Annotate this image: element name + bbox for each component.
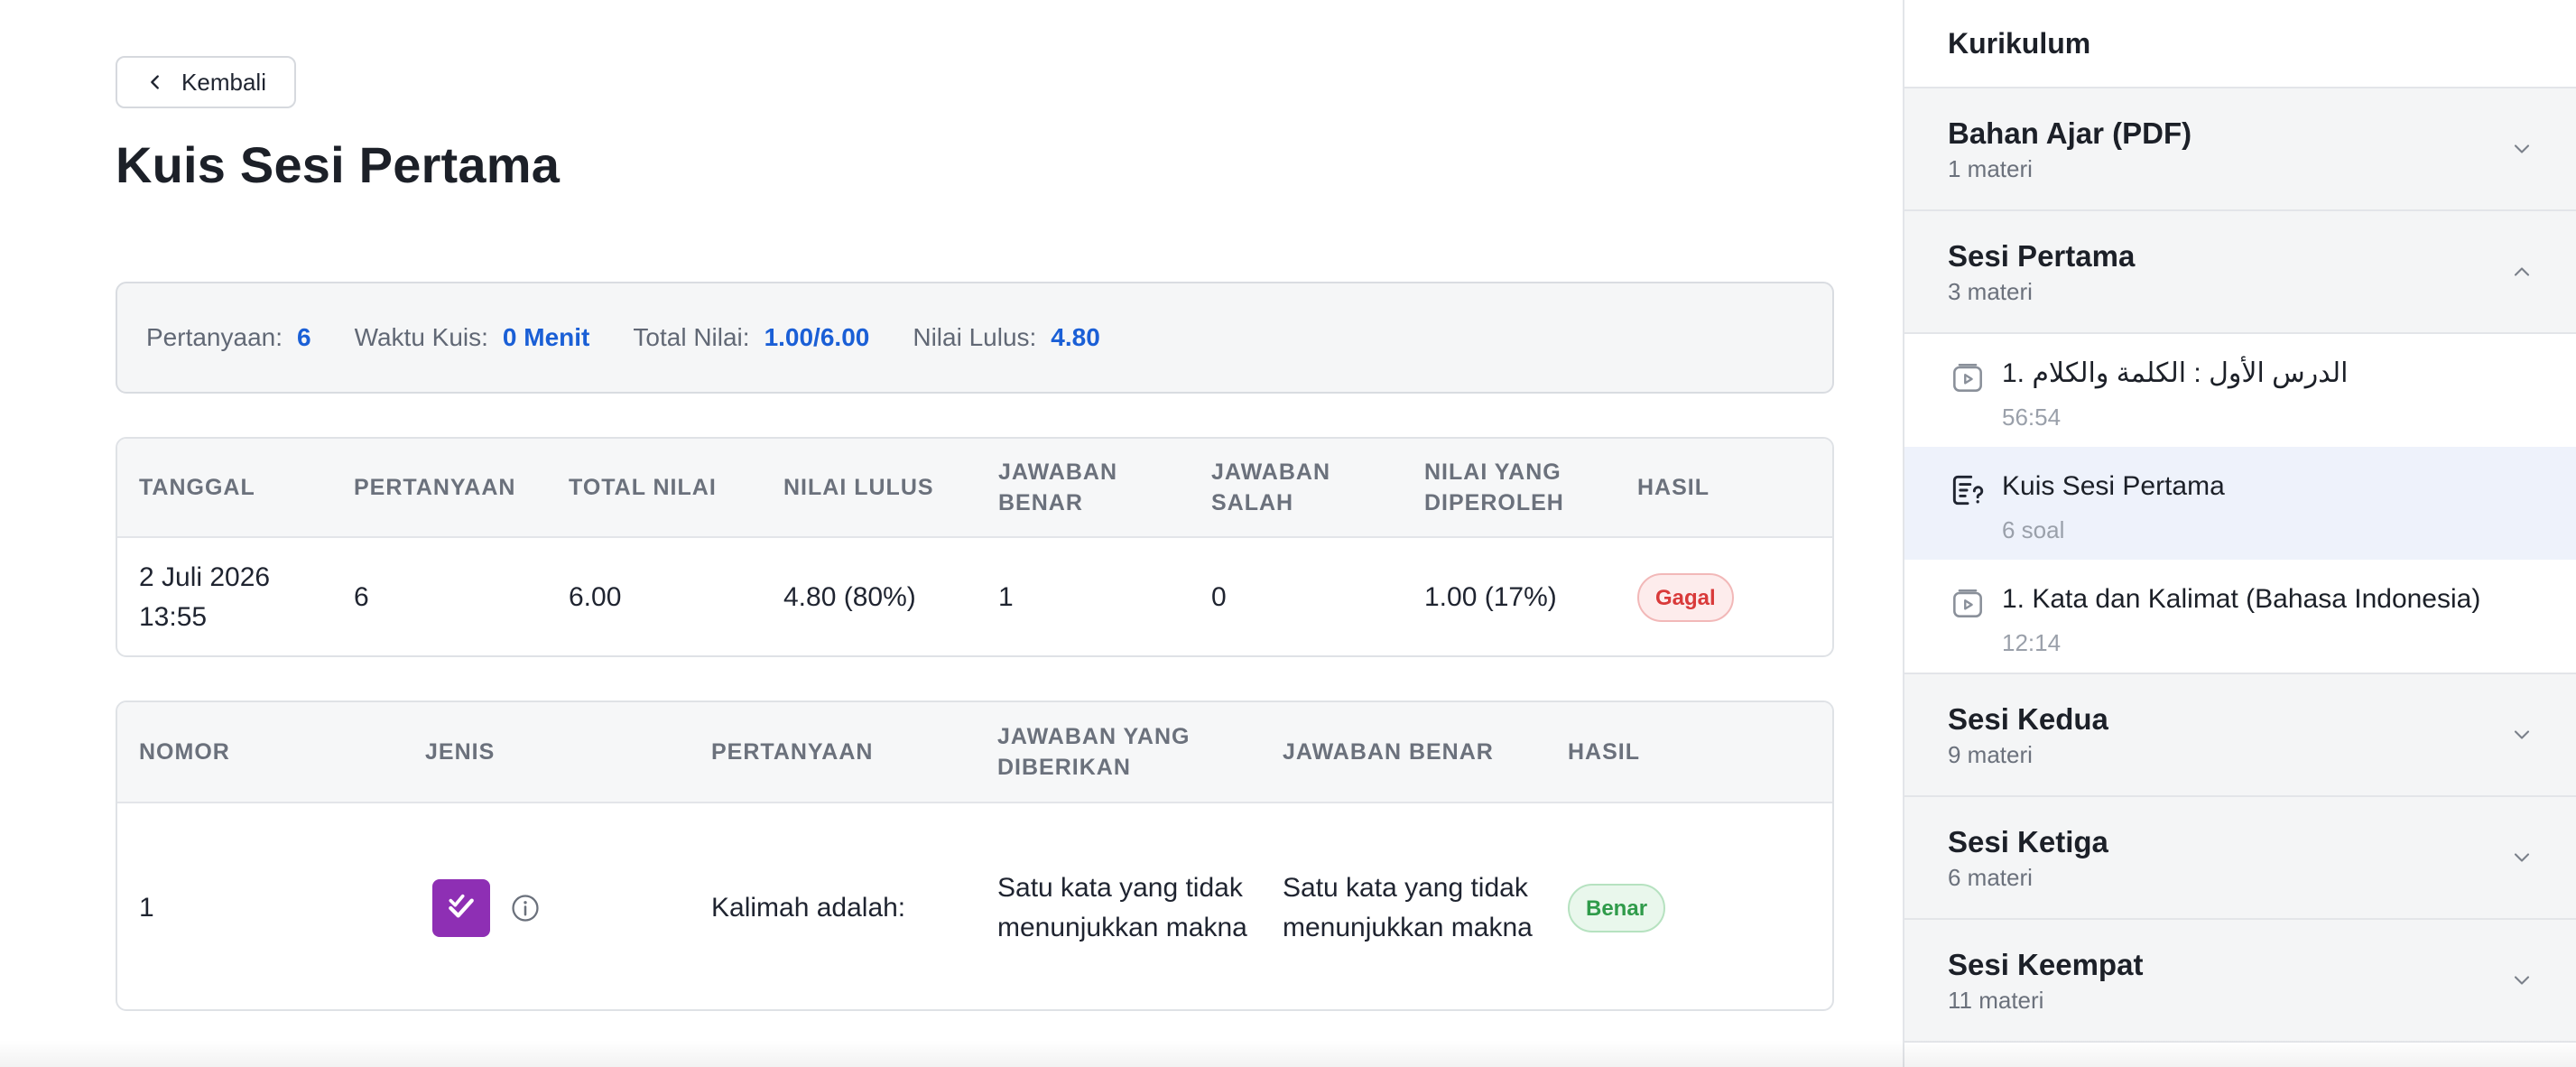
attempt-total: 6.00 [569, 582, 622, 612]
column-header: JAWABAN BENAR [1283, 739, 1494, 765]
video-icon [1953, 589, 1982, 617]
answer-type-cell [403, 879, 690, 937]
summary-questions-label: Pertanyaan: [146, 323, 283, 351]
answer-number: 1 [139, 893, 154, 923]
section-count: 3 materi [1948, 278, 2033, 305]
status-badge: Benar [1568, 884, 1666, 932]
sidebar-title: Kurikulum [1948, 26, 2091, 60]
lesson-title: 1. Kata dan Kalimat (Bahasa Indonesia) [2002, 584, 2481, 614]
column-header: TOTAL NILAI [569, 475, 717, 500]
chevron-down-icon [2514, 730, 2530, 739]
info-icon[interactable] [510, 893, 541, 923]
lesson-item[interactable]: 1. Kata dan Kalimat (Bahasa Indonesia) 1… [1904, 560, 2576, 673]
column-header: HASIL [1637, 475, 1710, 500]
section-sesi-pertama[interactable]: Sesi Pertama 3 materi [1904, 211, 2576, 334]
section-name: Sesi Kedua [1948, 702, 2108, 736]
status-badge: Gagal [1637, 573, 1734, 622]
quiz-summary-bar: Pertanyaan: 6 Waktu Kuis: 0 Menit Total … [116, 282, 1834, 394]
chevron-left-icon [151, 75, 159, 89]
section-sesi-ketiga[interactable]: Sesi Ketiga 6 materi [1904, 797, 2576, 920]
summary-questions-value: 6 [297, 323, 311, 351]
column-header: JAWABAN BENAR [998, 459, 1118, 515]
column-header: NILAI LULUS [783, 475, 934, 500]
section-name: Bahan Ajar (PDF) [1948, 116, 2192, 150]
attempt-date: 2 Juli 2026 13:55 [139, 562, 271, 632]
summary-pass-value: 4.80 [1051, 323, 1100, 351]
attempt-result-cell: Gagal [1616, 573, 1830, 622]
lesson-duration: 12:14 [2002, 629, 2062, 656]
section-name: Sesi Ketiga [1948, 825, 2108, 858]
column-header: PERTANYAAN [711, 739, 874, 765]
summary-time-label: Waktu Kuis: [354, 323, 488, 351]
answers-table-header: NOMOR JENIS PERTANYAAN JAWABAN YANG DIBE… [117, 702, 1832, 803]
summary-pass: Nilai Lulus: 4.80 [913, 323, 1099, 352]
lesson-title: 1. الدرس الأول : الكلمة والكلام [2002, 358, 2349, 388]
quiz-icon [1952, 475, 1984, 506]
page-title: Kuis Sesi Pertama [116, 136, 561, 193]
main-content: Kembali Kuis Sesi Pertama Pertanyaan: 6 … [0, 0, 1903, 1067]
lesson-item[interactable]: 1. الدرس الأول : الكلمة والكلام 56:54 [1904, 334, 2576, 447]
answer-question: Kalimah adalah: [711, 893, 906, 923]
lesson-duration: 56:54 [2002, 404, 2062, 431]
chevron-down-icon [2514, 144, 2530, 153]
table-row: 1 Kalimah adalah: Satu kata yang tidak m… [117, 803, 1832, 1009]
sesi-pertama-lessons: 1. الدرس الأول : الكلمة والكلام 56:54 Ku… [1904, 334, 2576, 674]
answers-table: NOMOR JENIS PERTANYAAN JAWABAN YANG DIBE… [116, 701, 1834, 1011]
summary-time: Waktu Kuis: 0 Menit [355, 323, 590, 352]
section-name: Sesi Pertama [1948, 239, 2136, 273]
answer-result-cell: Benar [1546, 884, 1832, 932]
back-button-label: Kembali [181, 68, 266, 96]
results-table-header: TANGGAL PERTANYAAN TOTAL NILAI NILAI LUL… [117, 439, 1832, 538]
lesson-question-count: 6 soal [2002, 516, 2065, 543]
column-header: NOMOR [139, 739, 230, 765]
section-sesi-keempat[interactable]: Sesi Keempat 11 materi [1904, 920, 2576, 1043]
section-count: 1 materi [1948, 155, 2033, 182]
attempt-questions: 6 [354, 582, 369, 612]
curriculum-sidebar: Kurikulum Bahan Ajar (PDF) 1 materi Sesi… [1903, 0, 2576, 1067]
summary-total: Total Nilai: 1.00/6.00 [633, 323, 869, 352]
section-count: 9 materi [1948, 741, 2033, 768]
column-header: TANGGAL [139, 475, 255, 500]
column-header: JENIS [425, 739, 496, 765]
section-bahan-ajar[interactable]: Bahan Ajar (PDF) 1 materi [1904, 88, 2576, 211]
summary-pass-label: Nilai Lulus: [913, 323, 1037, 351]
answer-given: Satu kata yang tidak menunjukkan makna [997, 873, 1247, 942]
attempt-correct: 1 [998, 582, 1014, 612]
summary-time-value: 0 Menit [502, 323, 590, 351]
section-count: 11 materi [1948, 987, 2044, 1014]
multiple-choice-check-icon [432, 879, 490, 937]
column-header: JAWABAN YANG DIBERIKAN [997, 724, 1191, 780]
attempt-pass-score: 4.80 (80%) [783, 582, 916, 612]
attempt-wrong: 0 [1211, 582, 1227, 612]
column-header: NILAI YANG DIPEROLEH [1424, 459, 1564, 515]
table-row: 2 Juli 2026 13:55 6 6.00 4.80 (80%) 1 0 … [117, 538, 1832, 655]
chevron-up-icon [2514, 267, 2530, 276]
page-bottom-shadow [0, 1040, 2576, 1067]
chevron-down-icon [2514, 976, 2530, 985]
sidebar-header: Kurikulum [1904, 0, 2576, 88]
section-name: Sesi Keempat [1948, 948, 2144, 981]
lesson-title: Kuis Sesi Pertama [2002, 471, 2225, 501]
chevron-down-icon [2514, 853, 2530, 862]
answer-correct: Satu kata yang tidak menunjukkan makna [1283, 873, 1533, 942]
summary-total-value: 1.00/6.00 [764, 323, 870, 351]
summary-total-label: Total Nilai: [633, 323, 750, 351]
section-sesi-kedua[interactable]: Sesi Kedua 9 materi [1904, 674, 2576, 797]
column-header: HASIL [1568, 739, 1640, 765]
attempt-obtained: 1.00 (17%) [1424, 582, 1557, 612]
column-header: PERTANYAAN [354, 475, 516, 500]
lesson-item-active[interactable]: Kuis Sesi Pertama 6 soal [1904, 447, 2576, 560]
column-header: JAWABAN SALAH [1211, 459, 1331, 515]
back-button[interactable]: Kembali [116, 56, 296, 108]
results-table: TANGGAL PERTANYAAN TOTAL NILAI NILAI LUL… [116, 437, 1834, 657]
summary-questions: Pertanyaan: 6 [146, 323, 311, 352]
section-count: 6 materi [1948, 864, 2033, 891]
video-icon [1953, 364, 1982, 392]
